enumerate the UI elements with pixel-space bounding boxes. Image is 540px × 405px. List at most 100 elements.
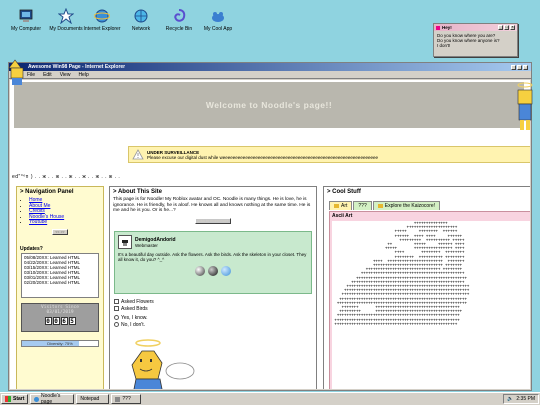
tab-kaizocore[interactable]: Explore the Kaizocore! [372, 201, 441, 210]
profile-quote: It's a beautiful day outside. Ask the fl… [118, 252, 307, 262]
folder-icon [377, 204, 383, 208]
minimize-button[interactable]: _ [511, 64, 516, 70]
ascii-art-title: Ascii Art [332, 213, 353, 219]
start-button[interactable]: Start [1, 394, 29, 404]
about-text: This page is for Noodle! My Roblox avata… [113, 197, 311, 213]
ie-icon [34, 396, 40, 402]
popup-titlebar[interactable]: Hey! _ □ × [434, 24, 517, 31]
profile-name: DemigodAndorid [135, 236, 176, 243]
tab-art[interactable]: Art [329, 201, 353, 210]
navigation-panel: > Navigation Panel Home About Me Credits… [16, 186, 104, 389]
taskbar-item-mystery[interactable]: ??? [111, 394, 142, 404]
computer-icon [18, 8, 34, 24]
desktop-icon-label: Recycle Bin [165, 26, 193, 32]
close-button[interactable]: × [510, 25, 515, 30]
profile-role: Webmaster [135, 242, 158, 248]
surveillance-text: Please excuse our digital dust while wee… [147, 154, 378, 160]
menu-bar: File Edit View Help [9, 71, 531, 79]
clock[interactable]: 2:35 PM [516, 396, 535, 402]
nav-heading: > Navigation Panel [20, 189, 74, 195]
updates-list[interactable]: 05/08/20XX: Learned HTML 04/22/20XX: Lea… [21, 253, 99, 298]
taskbar-label: Notepad [80, 396, 100, 402]
checkbox-asked-flowers[interactable]: Asked Flowers [114, 298, 154, 305]
menu-view[interactable]: View [60, 72, 71, 78]
banner-text: Welcome to Noodle's page!! [205, 100, 333, 110]
taskbar-label: Noodle's page [41, 393, 61, 405]
update-item: 02/20/20XX: Learned HTML [24, 280, 81, 285]
visitor-digit: 5 [68, 317, 76, 325]
visitor-digit: 6 [60, 317, 68, 325]
browser-window: Awesome Win98 Page - Internet Explorer _… [8, 62, 532, 391]
desktop-icon-label: Network [131, 26, 151, 32]
orb-icon[interactable] [208, 266, 218, 276]
windows-logo-icon [5, 396, 11, 402]
menu-help[interactable]: Help [78, 72, 88, 78]
diversity-progress-bar: Diversity: 75% [21, 340, 99, 347]
nav-link-youtube[interactable]: Youtube [29, 219, 47, 225]
marquee-text: ed"°º¤ ) . . ж . . ж . . ж . . ж . . ж .… [12, 174, 121, 180]
tab-label: ??? [358, 203, 367, 209]
taskbar-item-noodles-page[interactable]: Noodle's page [30, 393, 75, 405]
system-tray: 🔈 2:35 PM [503, 394, 539, 404]
recycle-bin-icon [171, 8, 187, 24]
checkbox-asked-birds[interactable]: Asked Birds [114, 305, 154, 312]
profile-card: DemigodAndorid Webmaster It's a beautifu… [114, 231, 312, 294]
avatar [118, 235, 132, 249]
tab-mystery[interactable]: ??? [353, 201, 372, 210]
cool-app-icon [210, 8, 226, 24]
radio-no[interactable]: No, I don't. [114, 321, 154, 328]
warning-icon [129, 149, 147, 160]
taskbar-item-notepad[interactable]: Notepad [76, 394, 110, 404]
about-heading: > About This Site [113, 189, 162, 195]
visitor-digit: 0 [44, 317, 52, 325]
speaker-icon[interactable]: 🔈 [507, 396, 513, 402]
popup-title: Hey! [442, 25, 452, 30]
page-content[interactable]: Welcome to Noodle's page!! UNDER SURVEIL… [10, 80, 530, 389]
visitor-digit: 0 [52, 317, 60, 325]
popup-title-icon [436, 25, 440, 30]
folder-icon [334, 204, 339, 208]
desktop-icon-label: My Documents [49, 26, 83, 32]
radio-yes[interactable]: Yes, I know. [114, 314, 154, 321]
progress-label: Diversity: 75% [47, 341, 73, 346]
checkbox[interactable] [114, 306, 119, 311]
noodle-sticker-left [6, 58, 30, 86]
checkbox-label: Asked Flowers [121, 298, 154, 305]
radio-button[interactable] [114, 322, 119, 327]
hey-popup-window: Hey! _ □ × Do you know where you are? Do… [433, 23, 518, 57]
close-button[interactable]: × [523, 64, 528, 70]
cool-heading: > Cool Stuff [327, 189, 361, 195]
app-icon [115, 396, 121, 402]
maximize-button[interactable]: □ [517, 64, 522, 70]
taskbar-label: ??? [122, 396, 131, 402]
network-icon [133, 8, 149, 24]
desktop-icon-label: Internet Explorer [83, 26, 121, 32]
menu-edit[interactable]: Edit [43, 72, 52, 78]
radio-label: No, I don't. [121, 321, 146, 328]
updates-label: Updates? [20, 246, 43, 252]
ascii-art-area[interactable]: ++++++++++++++ +++++++++++++++++++++ +++… [332, 221, 530, 389]
surveillance-notice: UNDER SURVEILLANCE Please excuse our dig… [128, 146, 530, 163]
ball-icon[interactable] [195, 266, 205, 276]
desktop-icon-my-cool-app[interactable]: My Cool App [196, 8, 240, 32]
ascii-art-box: Ascii Art ++++++++++++++ +++++++++++++++… [329, 211, 530, 389]
minimize-button[interactable]: _ [498, 25, 503, 30]
start-label: Start [13, 396, 25, 402]
desktop-icon-my-computer[interactable]: My Computer [4, 8, 48, 32]
taskbar: Start Noodle's page Notepad ??? 🔈 2:35 P… [0, 392, 540, 405]
window-titlebar[interactable]: Awesome Win98 Page - Internet Explorer _… [9, 63, 531, 71]
noodle-sticker-right [512, 82, 538, 134]
documents-icon [58, 8, 74, 24]
radio-button[interactable] [114, 315, 119, 320]
nav-arrows-button[interactable]: << >> [52, 228, 68, 235]
desktop-icon-internet-explorer[interactable]: Internet Explorer [80, 8, 124, 32]
desktop-icon-recycle-bin[interactable]: Recycle Bin [157, 8, 201, 32]
checkbox[interactable] [114, 299, 119, 304]
visitor-counter: Visitors Since 03/01/2019 0 0 6 5 [21, 303, 99, 332]
blue-orb-icon[interactable] [221, 266, 231, 276]
cool-stuff-panel: > Cool Stuff Art ??? Explore the Kaizoco… [323, 186, 530, 389]
maximize-button[interactable]: □ [504, 25, 509, 30]
internet-explorer-icon [94, 8, 110, 24]
reveal-button[interactable]: Click to reveal more [194, 217, 232, 224]
ascii-art: ++++++++++++++ +++++++++++++++++++++ +++… [334, 221, 470, 326]
